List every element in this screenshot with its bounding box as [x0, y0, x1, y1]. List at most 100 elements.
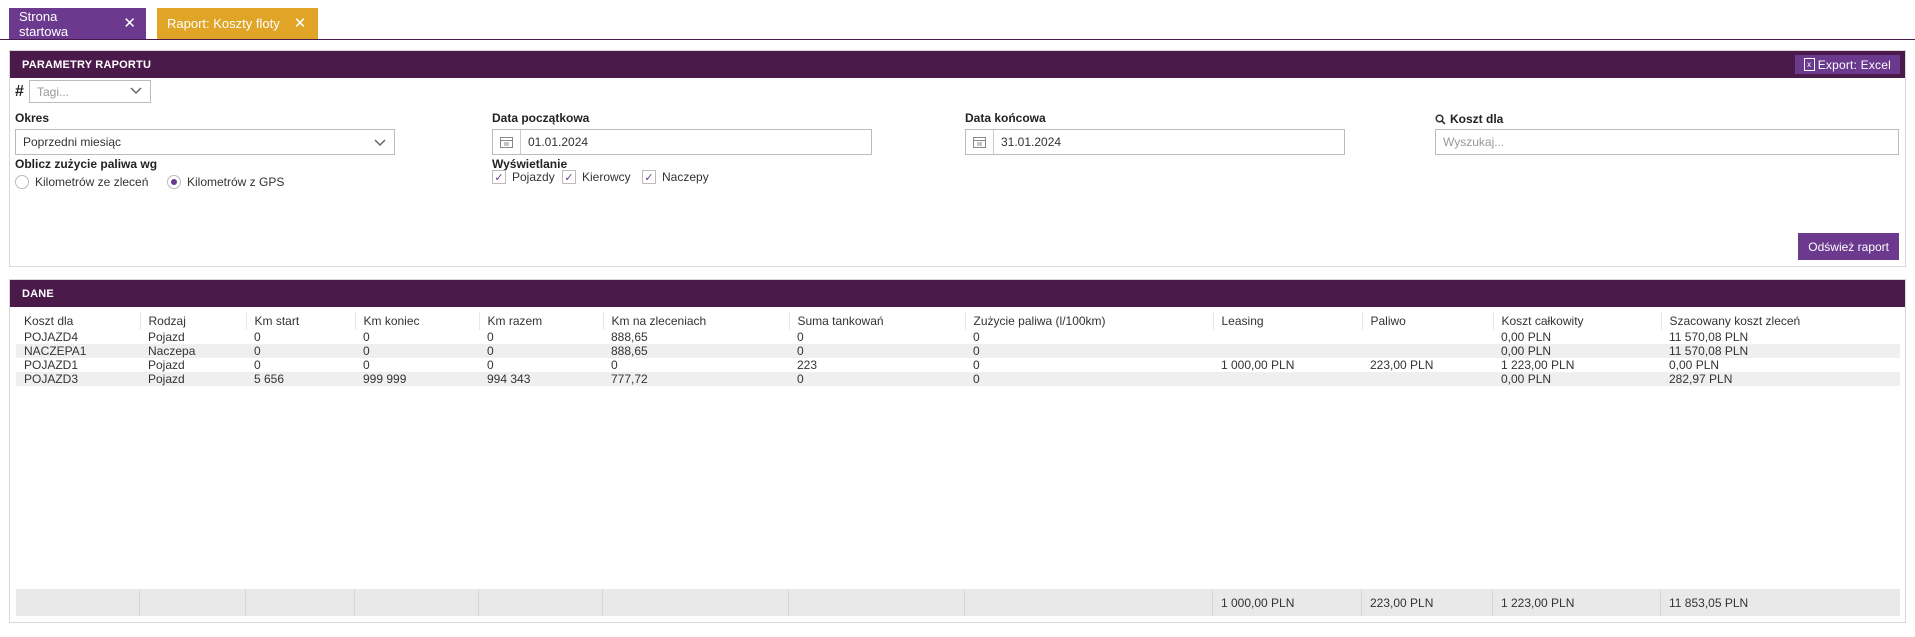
panel-title: DANE [22, 287, 54, 300]
totals-cell [789, 589, 965, 616]
export-excel-button[interactable]: x Export: Excel [1794, 55, 1900, 74]
start-date-field[interactable]: 01.01.2024 [492, 129, 872, 155]
table-cell: 777,72 [603, 372, 789, 386]
table-cell: 0 [965, 372, 1213, 386]
end-date-field[interactable]: 31.01.2024 [965, 129, 1345, 155]
table-cell [1362, 372, 1493, 386]
table-cell: 11 570,08 PLN [1669, 330, 1749, 344]
totals-cell [479, 589, 603, 616]
table-cell: 11 570,08 PLN [1661, 344, 1900, 358]
export-label: Export: Excel [1817, 57, 1891, 72]
table-header-row: Koszt dla Rodzaj Km start Km koniec Km r… [16, 312, 1900, 330]
table-cell: 0 [363, 358, 370, 372]
table-cell: 223 [797, 358, 818, 372]
table-cell: 0 [797, 330, 804, 344]
table-cell: 0 [355, 344, 479, 358]
table-row[interactable]: POJAZD3 Pojazd 5 656 999 999 994 343 777,72 0 0… [16, 372, 1900, 386]
totals-cell [965, 589, 1213, 616]
table-cell: 0,00 PLN [1501, 330, 1552, 344]
tab-fleet-costs-report[interactable]: Raport: Koszty floty ✕ [157, 8, 318, 39]
column-header[interactable]: Km na zleceniach [603, 312, 790, 330]
table-cell: 282,97 PLN [1661, 372, 1900, 386]
table-cell: 0 [973, 330, 980, 344]
search-icon [1435, 113, 1446, 125]
calendar-icon[interactable] [493, 130, 521, 154]
totals-cell: 11 853,05 PLN [1669, 595, 1749, 610]
totals-cell [603, 589, 789, 616]
table-cell: Naczepa [140, 344, 246, 358]
table-cell: 0 [254, 330, 261, 344]
table-cell: 0 [965, 344, 1213, 358]
totals-cell [16, 589, 140, 616]
checkmark-icon[interactable]: ✓ [492, 170, 506, 184]
table-cell: 0 [789, 344, 965, 358]
table-row[interactable]: NACZEPA1 Naczepa 0 0 0 888,65 0 0 0,00 PLN 11 570… [16, 344, 1900, 358]
table-cell [1362, 344, 1493, 358]
fuel-calc-label: Oblicz zużycie paliwa wg [15, 157, 158, 171]
checkbox-trailers[interactable]: ✓ Naczepy [642, 170, 709, 184]
column-header[interactable]: Zużycie paliwa (l/100km) [965, 312, 1214, 330]
radio-km-gps[interactable]: Kilometrów z GPS [167, 175, 284, 189]
tags-select[interactable]: Tagi... [29, 80, 151, 103]
cost-for-heading: Koszt dla [1435, 112, 1503, 126]
table-cell: 0,00 PLN [1493, 372, 1661, 386]
tab-home[interactable]: Strona startowa ✕ [9, 8, 146, 39]
calendar-icon[interactable] [966, 130, 994, 154]
table-row[interactable]: POJAZD1 Pojazd 0 0 0 0 223 0 1 000,00 PLN 223,00 … [16, 358, 1900, 372]
checkbox-vehicles[interactable]: ✓ Pojazdy [492, 170, 555, 184]
checkmark-icon[interactable]: ✓ [562, 170, 576, 184]
checkbox-trailers-label: Naczepy [662, 170, 709, 184]
column-header[interactable]: Suma tankowań [789, 312, 966, 330]
table-cell: 0 [611, 358, 618, 372]
column-header[interactable]: Km razem [479, 312, 604, 330]
column-header[interactable]: Koszt całkowity [1493, 312, 1662, 330]
table-cell [1362, 330, 1493, 344]
tab-bar: Strona startowa ✕ Raport: Koszty floty ✕ [0, 0, 1915, 40]
column-header[interactable]: Paliwo [1362, 312, 1494, 330]
column-header[interactable]: Koszt dla [16, 312, 141, 330]
radio-km-orders[interactable]: Kilometrów ze zleceń [15, 175, 148, 189]
table-cell: 0 [487, 358, 494, 372]
column-header[interactable]: Km start [246, 312, 356, 330]
table-cell: 888,65 [611, 330, 648, 344]
close-icon[interactable]: ✕ [123, 16, 136, 31]
table-cell: 1 000,00 PLN [1221, 358, 1295, 372]
table-cell: 0,00 PLN [1669, 358, 1720, 372]
radio-km-gps-label: Kilometrów z GPS [187, 175, 285, 189]
table-cell: 888,65 [603, 344, 789, 358]
totals-cell: 1 223,00 PLN [1493, 589, 1661, 616]
table-cell: 0 [479, 344, 603, 358]
column-header[interactable]: Szacowany koszt zleceń [1661, 312, 1900, 330]
table-cell [1213, 344, 1362, 358]
refresh-report-button[interactable]: Odśwież raport [1798, 233, 1899, 260]
okres-select[interactable]: Poprzedni miesiąc [15, 129, 395, 155]
report-parameters-panel: PARAMETRY RAPORTU x Export: Excel # Tagi… [9, 50, 1906, 267]
cost-for-search-input[interactable]: Wyszukaj... [1435, 129, 1899, 155]
chevron-down-icon [130, 87, 142, 95]
table-cell: Pojazd [140, 372, 246, 386]
checkmark-icon[interactable]: ✓ [642, 170, 656, 184]
table-cell: 0 [487, 330, 494, 344]
close-icon[interactable]: ✕ [294, 16, 307, 31]
okres-value: Poprzedni miesiąc [23, 135, 122, 149]
table-cell: 0 [254, 358, 261, 372]
table-cell: 0,00 PLN [1493, 344, 1661, 358]
end-date-label: Data końcowa [965, 111, 1046, 125]
table-cell: 223,00 PLN [1370, 358, 1434, 372]
start-date-label: Data początkowa [492, 111, 590, 125]
checkbox-drivers[interactable]: ✓ Kierowcy [562, 170, 631, 184]
column-header[interactable]: Rodzaj [140, 312, 247, 330]
table-cell: POJAZD4 [24, 330, 79, 344]
column-header[interactable]: Km koniec [355, 312, 480, 330]
table-cell: 994 343 [479, 372, 603, 386]
table-cell [1213, 330, 1362, 344]
table-row[interactable]: POJAZD4 Pojazd 0 0 0 888,65 0 0 0,00 PLN 11 570,0… [16, 330, 1900, 344]
table-cell: 1 223,00 PLN [1501, 358, 1575, 372]
radio-icon[interactable] [15, 175, 29, 189]
table-cell: Pojazd [148, 358, 185, 372]
fleet-costs-table: Koszt dla Rodzaj Km start Km koniec Km r… [16, 312, 1900, 386]
radio-selected-icon[interactable] [167, 175, 181, 189]
excel-icon: x [1803, 58, 1815, 71]
table-cell: POJAZD1 [24, 358, 79, 372]
column-header[interactable]: Leasing [1213, 312, 1363, 330]
